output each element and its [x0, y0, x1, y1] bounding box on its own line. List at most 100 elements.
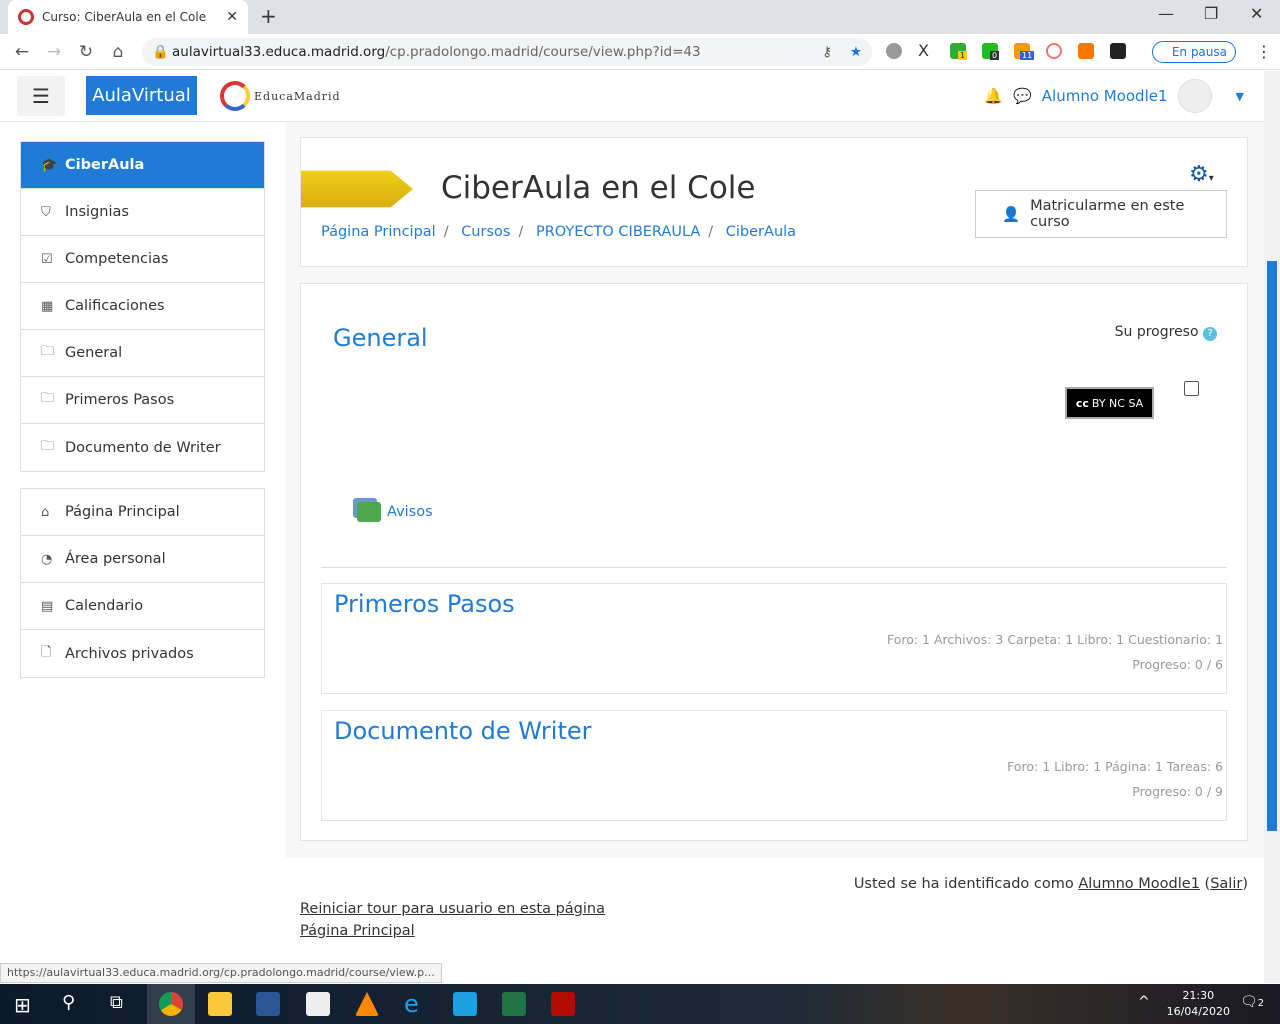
gear-icon[interactable]: ⚙▾ — [1189, 162, 1214, 187]
close-tab-icon[interactable]: ✕ — [226, 9, 238, 25]
windows-start-icon[interactable]: ⊞ — [14, 993, 31, 1017]
sidebar-item-calendario[interactable]: ▤ Calendario — [21, 583, 264, 630]
chrome-icon — [159, 992, 183, 1016]
brand-button[interactable]: AulaVirtual — [86, 76, 197, 115]
folder-icon: 🗀 — [41, 391, 55, 406]
badge: 0 — [990, 51, 1000, 60]
enrol-menu-item[interactable]: 👤 Matricularme en este curso — [975, 190, 1227, 238]
label: Documento de Writer — [65, 439, 221, 456]
extension-icon[interactable] — [1110, 43, 1126, 59]
footer: Usted se ha identificado como Alumno Moo… — [285, 858, 1264, 964]
url-input[interactable]: 🔒 aulavirtual33.educa.madrid.org/cp.prado… — [142, 38, 872, 66]
tray-chevron-icon[interactable]: ^ — [1138, 994, 1150, 1010]
extension-icon[interactable] — [1078, 43, 1094, 59]
sidebar-item-pagina-principal[interactable]: ⌂ Página Principal — [21, 489, 264, 536]
scrollbar-thumb[interactable] — [1267, 261, 1277, 831]
graduation-cap-icon: 🎓 — [41, 157, 58, 173]
scrollbar[interactable] — [1264, 71, 1280, 983]
breadcrumb-link[interactable]: Página Principal — [321, 224, 436, 240]
label: General — [65, 345, 123, 361]
minimize-button[interactable]: — — [1158, 4, 1174, 23]
completion-checkbox[interactable] — [1184, 381, 1199, 396]
browser-tab[interactable]: Curso: CiberAula en el Cole ✕ — [8, 0, 248, 34]
task-view-icon[interactable]: ⧉ — [110, 992, 123, 1013]
sidebar-item-insignias[interactable]: ⛉ Insignias — [21, 189, 264, 236]
bell-icon[interactable]: 🔔 — [984, 87, 1003, 105]
new-tab-button[interactable]: + — [260, 4, 277, 28]
extension-icon[interactable]: 0 — [982, 43, 1000, 60]
document-icon[interactable] — [306, 992, 330, 1016]
search-icon[interactable]: ⚲ — [62, 992, 75, 1013]
tab-title: Curso: CiberAula en el Cole — [42, 10, 207, 24]
user-link[interactable]: Alumno Moodle1 — [1078, 876, 1200, 892]
label: Usted se ha identificado como — [853, 876, 1079, 892]
clock[interactable]: 21:30 16/04/2020 — [1167, 988, 1230, 1020]
label: Calendario — [65, 598, 144, 614]
shield-icon: ⛉ — [41, 204, 51, 220]
chevron-down-icon[interactable]: ▼ — [1236, 90, 1244, 103]
app-icon[interactable] — [453, 992, 477, 1016]
rss-icon[interactable]: 11 — [1014, 43, 1035, 60]
forward-icon[interactable]: → — [38, 42, 70, 62]
sidebar-item-general[interactable]: 🗀 General — [21, 330, 264, 377]
avisos-link[interactable]: Avisos — [357, 502, 433, 522]
label: Área personal — [65, 551, 166, 567]
word-icon[interactable] — [256, 992, 280, 1016]
hamburger-button[interactable]: ☰ — [17, 76, 65, 116]
key-icon[interactable]: ⚷ — [822, 44, 832, 60]
reload-icon[interactable]: ↻ — [70, 42, 102, 62]
breadcrumb: Página Principal / Cursos / PROYECTO CIBER… — [321, 224, 797, 240]
file-icon: 🗋 — [41, 644, 52, 660]
extension-x-icon[interactable]: X — [918, 43, 934, 59]
user-menu[interactable]: Alumno Moodle1 — [1042, 87, 1168, 105]
logo-text: EducaMadrid — [254, 89, 341, 103]
logout-link[interactable]: Salir — [1210, 876, 1242, 892]
taskbar: ⊞ ⚲ ⧉ e ^ 21:30 16/04/2020 🗨2 — [0, 984, 1280, 1024]
notifications-icon[interactable]: 🗨2 — [1240, 994, 1264, 1010]
breadcrumb-link[interactable]: CiberAula — [726, 224, 796, 240]
url-path: /cp.pradolongo.madrid/course/view.php?id… — [385, 44, 701, 60]
menu-kebab-icon[interactable]: ⋮ — [1256, 42, 1272, 61]
sidebar-item-area-personal[interactable]: ◔ Área personal — [21, 536, 264, 583]
help-icon[interactable]: ? — [1203, 327, 1217, 341]
calendar-icon: ▤ — [41, 598, 54, 614]
bookmark-star-icon[interactable]: ★ — [850, 44, 862, 60]
restore-button[interactable]: ❐ — [1204, 4, 1218, 23]
profile-button[interactable]: En pausa — [1152, 41, 1236, 63]
extension-icon[interactable] — [1046, 43, 1062, 59]
internet-explorer-icon[interactable]: e — [404, 992, 428, 1016]
acrobat-icon[interactable] — [551, 992, 575, 1016]
sidebar-item-primeros-pasos[interactable]: 🗀 Primeros Pasos — [21, 377, 264, 424]
time: 21:30 — [1182, 989, 1215, 1002]
sidebar-item-competencias[interactable]: ☑ Competencias — [21, 236, 264, 283]
moodle-navbar: ☰ AulaVirtual EducaMadrid 🔔 💬 Alumno Moo… — [0, 71, 1264, 122]
back-icon[interactable]: ← — [6, 42, 38, 62]
page-title: CiberAula en el Cole — [441, 170, 756, 206]
breadcrumb-link[interactable]: PROYECTO CIBERAULA — [536, 224, 700, 240]
label: Página Principal — [65, 504, 180, 520]
extension-icon[interactable]: 1 — [950, 43, 968, 60]
section-title[interactable]: Documento de Writer — [334, 717, 1214, 745]
chrome-taskbar-button[interactable] — [147, 984, 195, 1024]
section-title-general[interactable]: General — [333, 324, 428, 352]
educamadrid-logo[interactable]: EducaMadrid — [220, 81, 341, 111]
sidebar-item-calificaciones[interactable]: ▦ Calificaciones — [21, 283, 264, 330]
avatar[interactable] — [1177, 79, 1212, 113]
close-window-button[interactable]: ✕ — [1250, 4, 1263, 23]
sidebar-item-ciberaula[interactable]: 🎓 CiberAula — [21, 142, 264, 189]
sidebar-item-archivos-privados[interactable]: 🗋 Archivos privados — [21, 630, 264, 677]
chat-icon[interactable]: 💬 — [1013, 87, 1032, 105]
cc-license-logo[interactable]: cc BY NC SA — [1065, 387, 1154, 419]
sidebar-item-documento-writer[interactable]: 🗀 Documento de Writer — [21, 424, 264, 471]
home-link[interactable]: Página Principal — [300, 923, 415, 939]
extension-icon[interactable] — [886, 43, 902, 59]
section-title[interactable]: Primeros Pasos — [334, 590, 1214, 618]
forum-icon — [357, 502, 381, 522]
folder-icon: 🗀 — [41, 438, 55, 454]
vlc-icon[interactable] — [355, 992, 379, 1016]
home-icon[interactable]: ⌂ — [102, 42, 134, 62]
reset-tour-link[interactable]: Reiniciar tour para usuario en esta pági… — [300, 901, 605, 917]
excel-icon[interactable] — [502, 992, 526, 1016]
breadcrumb-link[interactable]: Cursos — [461, 224, 510, 240]
file-explorer-icon[interactable] — [208, 992, 232, 1016]
